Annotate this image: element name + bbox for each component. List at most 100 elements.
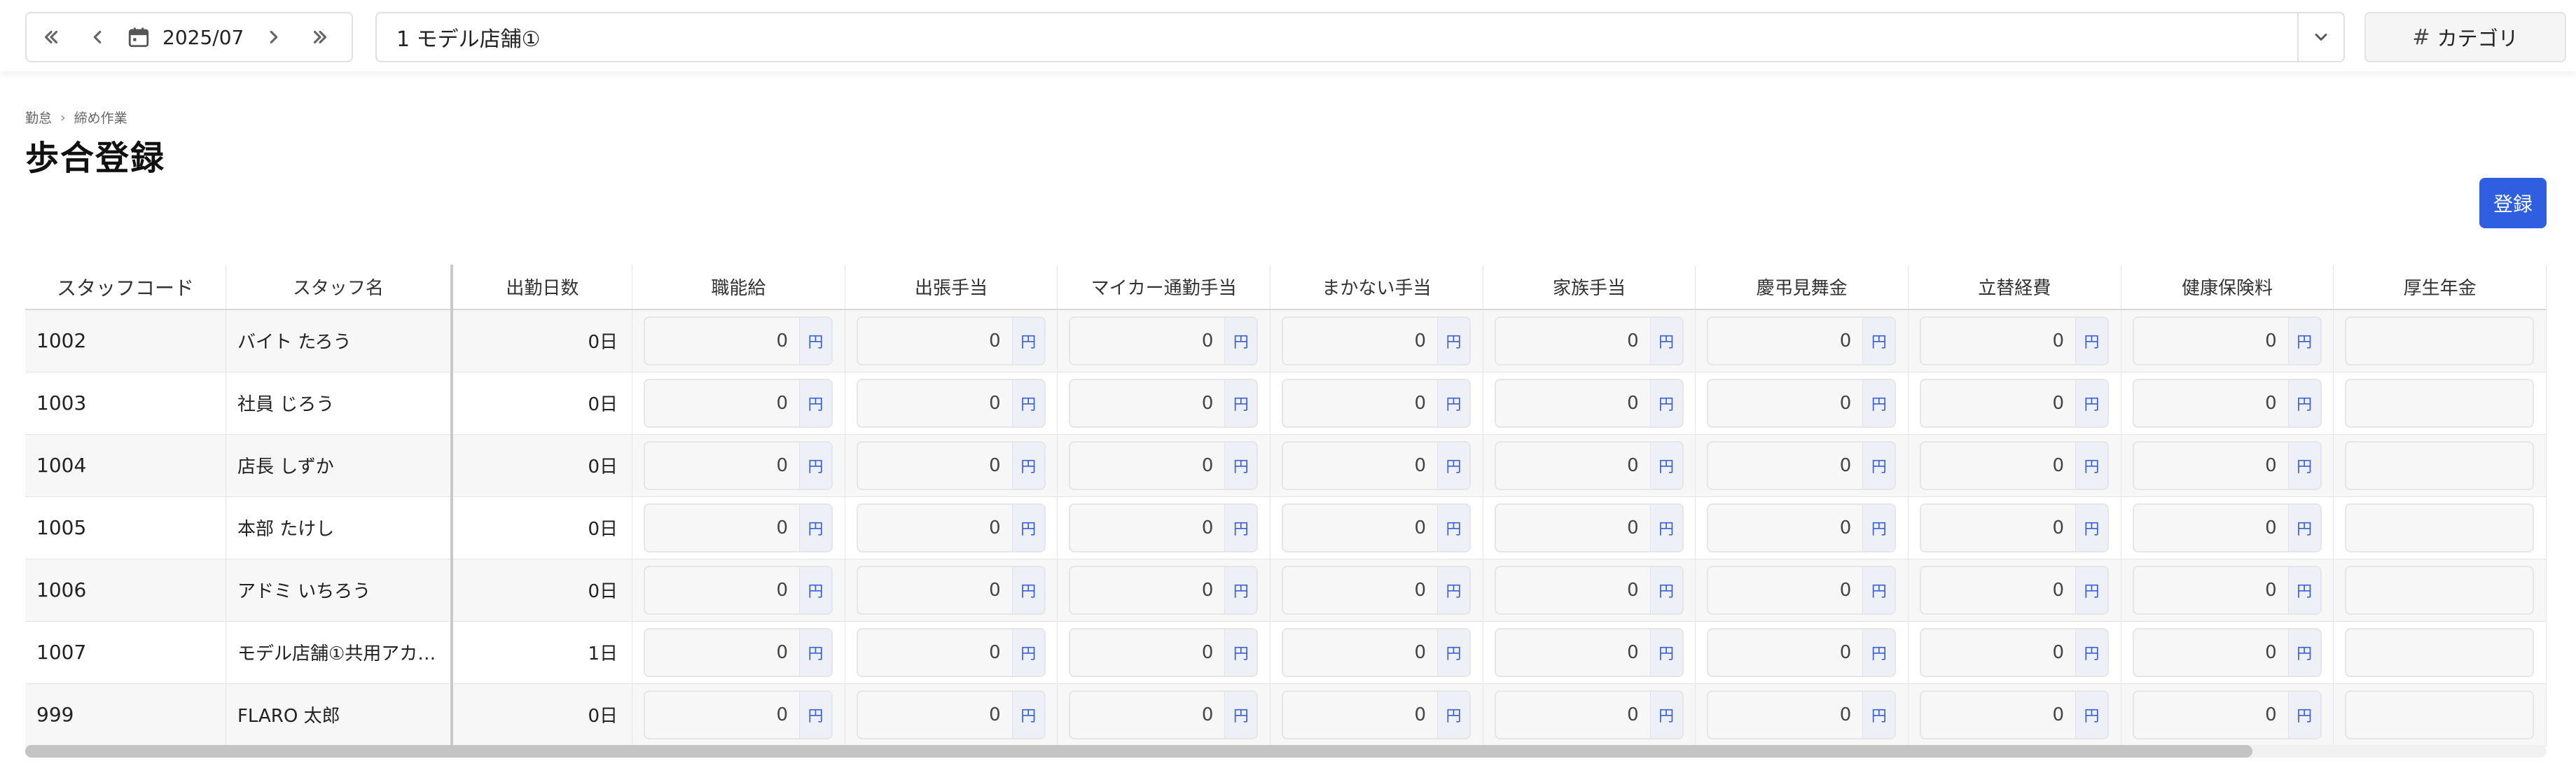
category-button[interactable]: # カテゴリ xyxy=(2364,12,2566,62)
amount-value[interactable] xyxy=(2346,505,2533,551)
amount-input-pension[interactable] xyxy=(2345,690,2535,739)
amount-input-health-insurance[interactable]: 0円 xyxy=(2132,627,2322,677)
amount-input-business-trip[interactable]: 0円 xyxy=(856,690,1046,739)
amount-value[interactable]: 0 xyxy=(1708,318,1862,364)
amount-value[interactable]: 0 xyxy=(1496,567,1650,613)
amount-input-car-commute[interactable]: 0円 xyxy=(1069,316,1259,365)
amount-input-pension[interactable] xyxy=(2345,440,2535,490)
amount-input-condolence[interactable]: 0円 xyxy=(1707,690,1897,739)
amount-input-reimbursement[interactable]: 0円 xyxy=(1919,440,2109,490)
amount-value[interactable]: 0 xyxy=(2134,443,2288,489)
amount-input-family[interactable]: 0円 xyxy=(1494,378,1684,428)
amount-value[interactable]: 0 xyxy=(1708,380,1862,426)
amount-input-pension[interactable] xyxy=(2345,565,2535,615)
amount-value[interactable]: 0 xyxy=(1283,380,1437,426)
amount-value[interactable]: 0 xyxy=(1496,629,1650,676)
amount-input-condolence[interactable]: 0円 xyxy=(1707,316,1897,365)
amount-value[interactable]: 0 xyxy=(858,567,1012,613)
prev-year-button[interactable] xyxy=(27,13,76,61)
amount-input-business-trip[interactable]: 0円 xyxy=(856,440,1046,490)
current-month[interactable]: 2025/07 xyxy=(154,26,252,49)
amount-value[interactable]: 0 xyxy=(1921,505,2075,551)
amount-value[interactable]: 0 xyxy=(645,567,799,613)
amount-input-meal[interactable]: 0円 xyxy=(1282,565,1471,615)
amount-value[interactable]: 0 xyxy=(1070,443,1224,489)
amount-input-meal[interactable]: 0円 xyxy=(1282,627,1471,677)
amount-value[interactable]: 0 xyxy=(645,380,799,426)
amount-input-condolence[interactable]: 0円 xyxy=(1707,378,1897,428)
amount-value[interactable]: 0 xyxy=(858,692,1012,738)
amount-input-business-trip[interactable]: 0円 xyxy=(856,503,1046,552)
amount-value[interactable]: 0 xyxy=(645,318,799,364)
amount-input-condolence[interactable]: 0円 xyxy=(1707,503,1897,552)
amount-input-reimbursement[interactable]: 0円 xyxy=(1919,690,2109,739)
breadcrumb-item-attendance[interactable]: 勤怠 xyxy=(25,108,52,127)
amount-value[interactable] xyxy=(2346,443,2533,489)
calendar-icon[interactable] xyxy=(123,13,154,61)
amount-value[interactable]: 0 xyxy=(1921,629,2075,676)
amount-input-family[interactable]: 0円 xyxy=(1494,440,1684,490)
amount-input-reimbursement[interactable]: 0円 xyxy=(1919,503,2109,552)
amount-input-skill-pay[interactable]: 0円 xyxy=(644,627,833,677)
amount-value[interactable]: 0 xyxy=(1070,692,1224,738)
amount-input-reimbursement[interactable]: 0円 xyxy=(1919,565,2109,615)
amount-value[interactable]: 0 xyxy=(1496,692,1650,738)
amount-input-condolence[interactable]: 0円 xyxy=(1707,565,1897,615)
amount-input-health-insurance[interactable]: 0円 xyxy=(2132,690,2322,739)
amount-input-business-trip[interactable]: 0円 xyxy=(856,627,1046,677)
amount-value[interactable]: 0 xyxy=(1070,629,1224,676)
amount-value[interactable]: 0 xyxy=(1496,443,1650,489)
amount-value[interactable] xyxy=(2346,692,2533,738)
amount-value[interactable]: 0 xyxy=(645,692,799,738)
amount-input-skill-pay[interactable]: 0円 xyxy=(644,503,833,552)
next-year-button[interactable] xyxy=(296,13,345,61)
amount-input-skill-pay[interactable]: 0円 xyxy=(644,316,833,365)
amount-value[interactable]: 0 xyxy=(1283,567,1437,613)
amount-input-health-insurance[interactable]: 0円 xyxy=(2132,378,2322,428)
amount-input-business-trip[interactable]: 0円 xyxy=(856,316,1046,365)
amount-input-pension[interactable] xyxy=(2345,378,2535,428)
breadcrumb-item-closing[interactable]: 締め作業 xyxy=(74,108,127,127)
amount-value[interactable]: 0 xyxy=(858,505,1012,551)
amount-value[interactable]: 0 xyxy=(1283,318,1437,364)
amount-input-family[interactable]: 0円 xyxy=(1494,690,1684,739)
amount-input-health-insurance[interactable]: 0円 xyxy=(2132,440,2322,490)
amount-value[interactable]: 0 xyxy=(2134,505,2288,551)
amount-input-family[interactable]: 0円 xyxy=(1494,316,1684,365)
amount-value[interactable]: 0 xyxy=(2134,629,2288,676)
amount-input-car-commute[interactable]: 0円 xyxy=(1069,503,1259,552)
amount-input-meal[interactable]: 0円 xyxy=(1282,690,1471,739)
amount-value[interactable]: 0 xyxy=(2134,380,2288,426)
amount-input-meal[interactable]: 0円 xyxy=(1282,440,1471,490)
amount-input-car-commute[interactable]: 0円 xyxy=(1069,440,1259,490)
amount-value[interactable]: 0 xyxy=(2134,692,2288,738)
amount-input-meal[interactable]: 0円 xyxy=(1282,378,1471,428)
amount-input-pension[interactable] xyxy=(2345,627,2535,677)
amount-value[interactable] xyxy=(2346,380,2533,426)
amount-input-car-commute[interactable]: 0円 xyxy=(1069,378,1259,428)
amount-input-health-insurance[interactable]: 0円 xyxy=(2132,316,2322,365)
register-button[interactable]: 登録 xyxy=(2479,178,2547,228)
amount-value[interactable]: 0 xyxy=(1708,567,1862,613)
amount-value[interactable]: 0 xyxy=(1708,692,1862,738)
amount-value[interactable] xyxy=(2346,629,2533,676)
amount-value[interactable]: 0 xyxy=(645,629,799,676)
prev-month-button[interactable] xyxy=(76,13,119,61)
amount-value[interactable]: 0 xyxy=(1708,443,1862,489)
amount-input-reimbursement[interactable]: 0円 xyxy=(1919,627,2109,677)
amount-input-skill-pay[interactable]: 0円 xyxy=(644,690,833,739)
amount-input-pension[interactable] xyxy=(2345,503,2535,552)
amount-value[interactable]: 0 xyxy=(1921,692,2075,738)
amount-input-skill-pay[interactable]: 0円 xyxy=(644,565,833,615)
next-month-button[interactable] xyxy=(252,13,296,61)
amount-value[interactable]: 0 xyxy=(1496,318,1650,364)
amount-input-condolence[interactable]: 0円 xyxy=(1707,627,1897,677)
amount-value[interactable]: 0 xyxy=(1921,380,2075,426)
store-select-toggle[interactable] xyxy=(2297,13,2343,61)
amount-input-health-insurance[interactable]: 0円 xyxy=(2132,565,2322,615)
amount-input-family[interactable]: 0円 xyxy=(1494,503,1684,552)
amount-value[interactable]: 0 xyxy=(1921,567,2075,613)
amount-value[interactable]: 0 xyxy=(858,629,1012,676)
horizontal-scrollbar[interactable] xyxy=(25,745,2547,758)
amount-value[interactable] xyxy=(2346,318,2533,364)
